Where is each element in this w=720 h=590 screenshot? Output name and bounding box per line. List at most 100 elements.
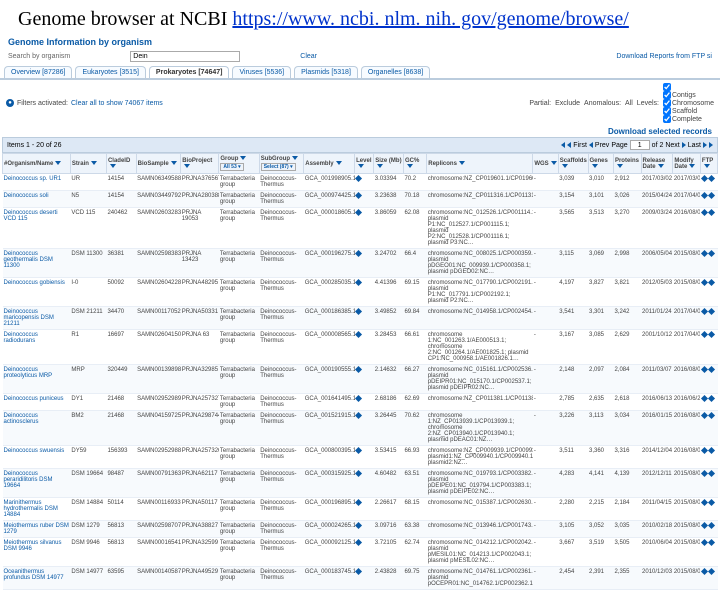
table-row[interactable]: Deinococcus actinosclerusBM221468SAMN041… (3, 411, 718, 446)
organism-cell[interactable]: Deinococcus swuensis (3, 446, 71, 469)
organism-cell[interactable]: Deinococcus proteolyticus MRP (3, 365, 71, 394)
col-header[interactable]: #Organism/Name (3, 154, 71, 174)
table-row[interactable]: Deinococcus deserti VCD 115VCD 115240462… (3, 208, 718, 249)
ftp-download-icon[interactable] (708, 366, 715, 373)
organism-cell[interactable]: Deinococcus actinosclerus (3, 411, 71, 446)
page-input[interactable] (630, 140, 650, 150)
organism-cell[interactable]: Marinithermus hydrothermalis DSM 14884 (3, 498, 71, 521)
organism-cell[interactable]: Oceanithermus profundus DSM 14977 (3, 567, 71, 590)
tab[interactable]: Prokaryotes [74647] (149, 66, 230, 78)
table-row[interactable]: Deinococcus radioduransR116697SAMN026041… (3, 330, 718, 365)
ftp-download-icon[interactable] (708, 331, 715, 338)
ftp-download-icon[interactable] (708, 192, 715, 199)
first-icon2[interactable] (567, 142, 571, 148)
first-link[interactable]: First (573, 142, 587, 149)
organism-cell[interactable]: Deinococcus sp. UR1 (3, 174, 71, 191)
download-selected-link[interactable]: Download selected records (0, 126, 720, 137)
table-row[interactable]: Deinococcus proteolyticus MRPMRP320449SA… (3, 365, 718, 394)
col-header[interactable]: Size (Mb) (374, 154, 404, 174)
ftp-download-icon[interactable] (708, 522, 715, 529)
col-header[interactable]: BioProject (181, 154, 219, 174)
col-header[interactable]: Assembly (304, 154, 355, 174)
ftp-download-icon[interactable] (708, 209, 715, 216)
last-link[interactable]: Last (688, 142, 701, 149)
last-icon[interactable] (703, 142, 707, 148)
table-row[interactable]: Marinithermus hydrothermalis DSM 14884DS… (3, 498, 718, 521)
table-row[interactable]: Oceanithermus profundus DSM 14977DSM 149… (3, 567, 718, 590)
col-header[interactable]: BioSample (136, 154, 181, 174)
col-header[interactable]: Genes (588, 154, 613, 174)
tab[interactable]: Overview [87286] (4, 66, 72, 78)
ftp-download-icon[interactable] (708, 539, 715, 546)
organism-cell[interactable]: Deinococcus geothermalis DSM 11300 (3, 249, 71, 278)
tab[interactable]: Viruses [5536] (232, 66, 291, 78)
organism-cell[interactable]: Deinococcus radiodurans (3, 330, 71, 365)
ftp-download-icon[interactable] (708, 175, 715, 182)
organism-cell[interactable]: Meiothermus ruber DSM 1279 (3, 521, 71, 538)
ftp-download-icon[interactable] (708, 499, 715, 506)
organism-cell[interactable]: Deinococcus deserti VCD 115 (3, 208, 71, 249)
tab[interactable]: Eukaryotes [3515] (75, 66, 145, 78)
next-link[interactable]: Next (665, 142, 679, 149)
ftp-download-icon[interactable] (708, 568, 715, 575)
organism-cell[interactable]: Meiothermus silvanus DSM 9946 (3, 538, 71, 567)
ftp-download-icon[interactable] (708, 250, 715, 257)
organism-cell[interactable]: Deinococcus puniceus (3, 394, 71, 411)
col-header[interactable]: GroupAll 53 ▾ (219, 154, 259, 174)
table-row[interactable]: Deinococcus geothermalis DSM 11300DSM 11… (3, 249, 718, 278)
prev-icon[interactable] (589, 142, 593, 148)
ftp-download-icon[interactable] (708, 470, 715, 477)
organism-cell[interactable]: Deinococcus peraridilitoris DSM 19664 (3, 469, 71, 498)
download-ftp-link[interactable]: Download Reports from FTP si (616, 53, 712, 60)
level-checkbox[interactable] (663, 99, 671, 107)
table-row[interactable]: Deinococcus maricopensis DSM 21211DSM 21… (3, 307, 718, 330)
col-header[interactable]: Replicons (427, 154, 533, 174)
table-row[interactable]: Deinococcus gobiensisI-050092SAMN0260422… (3, 278, 718, 307)
table-row[interactable]: Deinococcus peraridilitoris DSM 19664DSM… (3, 469, 718, 498)
ftp-download-icon[interactable] (708, 308, 715, 315)
level-checkbox[interactable] (663, 107, 671, 115)
table-row[interactable]: Deinococcus soliN514154SAMN03449792PRJNA… (3, 191, 718, 208)
table-row[interactable]: Deinococcus swuensisDY59156393SAMN029529… (3, 446, 718, 469)
prev-link[interactable]: Prev (595, 142, 609, 149)
slide-url-link[interactable]: https://www. ncbi. nlm. nih. gov/genome/… (232, 8, 628, 30)
table-row[interactable]: Deinococcus sp. UR1UR14154SAMN06349588PR… (3, 174, 718, 191)
level-icon (355, 308, 362, 315)
clear-link[interactable]: Clear (300, 53, 317, 60)
table-row[interactable]: Deinococcus puniceusDY121468SAMN02952989… (3, 394, 718, 411)
col-header[interactable]: Modify Date (673, 154, 701, 174)
col-header[interactable]: Strain (70, 154, 106, 174)
organism-cell[interactable]: Deinococcus soli (3, 191, 71, 208)
level-checkbox[interactable] (663, 83, 671, 91)
col-header[interactable]: CladeID (106, 154, 136, 174)
level-checkbox[interactable] (663, 91, 671, 99)
col-header[interactable]: WGS (533, 154, 558, 174)
ftp-download-icon[interactable] (708, 412, 715, 419)
level-icon (355, 499, 362, 506)
col-header[interactable]: GC% (403, 154, 426, 174)
col-header[interactable]: Release Date (641, 154, 673, 174)
table-row[interactable]: Meiothermus silvanus DSM 9946DSM 9946568… (3, 538, 718, 567)
organism-cell[interactable]: Deinococcus gobiensis (3, 278, 71, 307)
first-icon[interactable] (561, 142, 565, 148)
level-icon (355, 447, 362, 454)
next-icon[interactable] (682, 142, 686, 148)
genome-table: #Organism/NameStrainCladeIDBioSampleBioP… (2, 153, 718, 590)
search-input[interactable] (130, 51, 240, 62)
level-checkbox[interactable] (663, 115, 671, 123)
col-header[interactable]: Proteins (613, 154, 641, 174)
tabs: Overview [87286]Eukaryotes [3515] Prokary… (0, 66, 720, 80)
tab[interactable]: Plasmids [5318] (294, 66, 358, 78)
col-header[interactable]: Scaffolds (558, 154, 588, 174)
last-icon2[interactable] (709, 142, 713, 148)
col-header[interactable]: Level (355, 154, 374, 174)
organism-cell[interactable]: Deinococcus maricopensis DSM 21211 (3, 307, 71, 330)
tab[interactable]: Organelles [8638] (361, 66, 430, 78)
table-row[interactable]: Meiothermus ruber DSM 1279DSM 127956813S… (3, 521, 718, 538)
clear-all-link[interactable]: Clear all to show 74067 items (71, 100, 163, 107)
col-header[interactable]: FTP (700, 154, 717, 174)
ftp-download-icon[interactable] (708, 447, 715, 454)
ftp-download-icon[interactable] (708, 279, 715, 286)
col-header[interactable]: SubGroupSelect (87) ▾ (259, 154, 304, 174)
ftp-download-icon[interactable] (708, 395, 715, 402)
